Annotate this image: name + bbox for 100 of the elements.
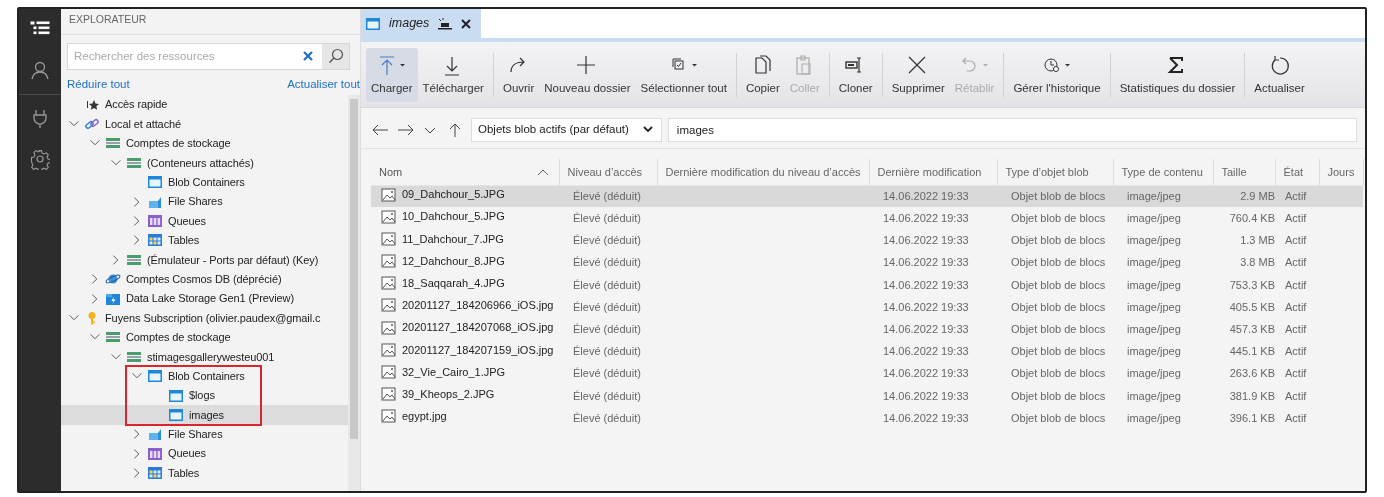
tree-item[interactable]: File Shares [61, 424, 348, 445]
column-header[interactable]: Jours [1319, 159, 1363, 185]
tree-item[interactable]: Fuyens Subscription (olivier.paudex@gmail.c [61, 308, 348, 328]
collapse-all-link[interactable]: Réduire tout [67, 75, 130, 93]
column-header[interactable]: Dernière modification du niveau d’accès [657, 159, 869, 185]
tab[interactable]: images [361, 9, 482, 38]
table-cell-text: 14.06.2022 19:33 [882, 299, 970, 315]
tree-item[interactable]: (Conteneurs attachés) [61, 153, 348, 173]
toolbar-button[interactable]: Cloner [833, 47, 878, 102]
tree-item[interactable]: Local et attaché [61, 114, 348, 134]
toolbar-button[interactable]: Nouveau dossier [539, 47, 636, 102]
toolbar-button[interactable]: Charger [366, 47, 418, 102]
tree-item[interactable]: Tables [61, 230, 348, 251]
column-header[interactable]: Niveau d’accès [559, 159, 657, 185]
column-header[interactable]: Nom [371, 159, 559, 185]
file-name: egypt.jpg [402, 409, 447, 425]
table-cell-text: image/jpeg [1126, 410, 1182, 426]
toolbar-button[interactable]: Ouvrir [497, 47, 540, 102]
table-row[interactable]: 20201127_184206966_iOS.jpg Élevé (déduit) 14.06.2022 19:33 Objet blob de blocs image/jpeg 405.5 KB Actif [371, 295, 1363, 319]
column-header[interactable]: Type de contenu [1113, 159, 1213, 185]
tree-label: Tables [168, 233, 200, 249]
file-name: 09_Dahchour_5.JPG [402, 187, 505, 203]
tree-item[interactable]: stimagesgallerywesteu001 [61, 347, 348, 367]
table-row[interactable]: 20201127_184207068_iOS.jpg Élevé (déduit) 14.06.2022 19:33 Objet blob de blocs image/jpeg 457.3 KB Actif [371, 318, 1363, 341]
table-cell-text: image/jpeg [1126, 255, 1182, 271]
pin-icon[interactable] [437, 17, 454, 30]
column-header[interactable]: Dernière modification [869, 159, 997, 185]
forward-icon[interactable] [397, 122, 414, 137]
tree-item[interactable]: images [61, 405, 348, 425]
chevron-down-icon [642, 125, 653, 134]
scrollbar[interactable] [348, 95, 360, 491]
tree-item[interactable]: Comptes de stockage [61, 327, 348, 348]
table-cell: Actif [1275, 384, 1319, 407]
storage-icon [126, 349, 142, 364]
image-file-icon [381, 320, 396, 335]
filter-dropdown[interactable]: Objets blob actifs (par défaut) [471, 117, 662, 142]
toolbar-button[interactable]: Supprimer [886, 47, 950, 102]
search-button[interactable] [322, 42, 350, 70]
table-cell: 760.4 KB [1213, 207, 1275, 230]
folder-icon [105, 291, 121, 306]
table-cell: image/jpeg [1113, 207, 1213, 230]
tree-label: Queues [168, 213, 206, 229]
table-row[interactable]: 12_Dahchour_8.JPG Élevé (déduit) 14.06.2022 19:33 Objet blob de blocs image/jpeg 3.8 MB Actif [371, 251, 1363, 274]
toolbar-button[interactable]: Gérer l'historique [1008, 47, 1106, 102]
table-row[interactable]: 20201127_184207159_iOS.jpg Élevé (déduit) 14.06.2022 19:33 Objet blob de blocs image/jpeg 445.1 KB Actif [371, 340, 1363, 363]
tree-item[interactable]: $logs [61, 385, 348, 406]
column-header[interactable]: Taille [1213, 159, 1275, 185]
queue-icon [147, 214, 163, 229]
file-name: 12_Dahchour_8.JPG [402, 253, 505, 269]
table-cell-text: Élevé (déduit) [572, 233, 642, 249]
column-header[interactable]: État [1275, 159, 1319, 185]
table-cell: 14.06.2022 19:33 [869, 207, 997, 230]
toolbar-button[interactable]: Statistiques du dossier [1114, 47, 1241, 102]
file-name: 10_Dahchour_5.JPG [402, 209, 505, 225]
tree-item[interactable]: Tables [61, 463, 348, 483]
table-cell-text: image/jpeg [1126, 299, 1182, 315]
image-file-icon [381, 364, 396, 379]
table-cell: Actif [1275, 318, 1319, 341]
table-row[interactable]: egypt.jpg Élevé (déduit) 14.06.2022 19:33 Objet blob de blocs image/jpeg 396.1 KB Actif [371, 406, 1363, 430]
search-field[interactable]: Rechercher des ressources [67, 42, 294, 70]
tree-item[interactable]: Accès rapide [61, 95, 348, 115]
image-file-icon [381, 254, 396, 269]
clear-button[interactable] [294, 42, 322, 70]
file-name: 20201127_184207159_iOS.jpg [402, 342, 554, 358]
table-cell-text: Objet blob de blocs [1010, 388, 1107, 404]
table-row[interactable]: 39_Kheops_2.JPG Élevé (déduit) 14.06.2022 19:33 Objet blob de blocs image/jpeg 381.9 KB Actif [371, 384, 1363, 407]
table-row[interactable]: 10_Dahchour_5.JPG Élevé (déduit) 14.06.2022 19:33 Objet blob de blocs image/jpeg 760.4 KB Actif [371, 207, 1363, 230]
table-row[interactable]: 11_Dahchour_7.JPG Élevé (déduit) 14.06.2022 19:33 Objet blob de blocs image/jpeg 1.3 MB Actif [371, 229, 1363, 252]
image-file-icon [381, 342, 396, 357]
toolbar-button[interactable]: Copier [740, 47, 785, 102]
tree-label: stimagesgallerywesteu001 [147, 349, 275, 365]
tree-label: Data Lake Storage Gen1 (Preview) [126, 291, 294, 307]
tree-item[interactable]: Blob Containers [61, 172, 348, 192]
table-cell-text: Élevé (déduit) [572, 410, 642, 426]
table-row[interactable]: 32_Vie_Cairo_1.JPG Élevé (déduit) 14.06.2022 19:33 Objet blob de blocs image/jpeg 263.6 KB Actif [371, 362, 1363, 385]
column-header[interactable]: Type d’objet blob [997, 159, 1113, 185]
tree-item[interactable]: File Shares [61, 191, 348, 212]
table-row[interactable]: 09_Dahchour_5.JPG Élevé (déduit) 14.06.2022 19:33 Objet blob de blocs image/jpeg 2.9 MB Actif [371, 185, 1363, 208]
tree-item[interactable]: Comptes de stockage [61, 133, 348, 154]
toolbar-button[interactable]: Actualiser [1249, 47, 1310, 102]
table-cell-text: 14.06.2022 19:33 [882, 233, 970, 249]
toolbar-button[interactable]: Télécharger [417, 47, 489, 102]
refresh-all-link[interactable]: Actualiser tout [287, 75, 360, 93]
back-icon[interactable] [372, 122, 389, 137]
tree-item[interactable]: (Émulateur - Ports par défaut) (Key) [61, 250, 348, 270]
tree-item[interactable]: Comptes Cosmos DB (déprécié) [61, 269, 348, 289]
table-cell-text: 753.3 KB [1228, 277, 1275, 293]
table-row[interactable]: 18_Saqqarah_4.JPG Élevé (déduit) 14.06.2022 19:33 Objet blob de blocs image/jpeg 753.3 KB Actif [371, 273, 1363, 296]
tree-label: Local et attaché [105, 116, 182, 132]
image-file-icon [381, 187, 396, 202]
close-icon[interactable] [461, 18, 472, 29]
toolbar-button[interactable]: Sélectionner tout [635, 47, 732, 102]
tree-item[interactable]: Blob Containers [61, 366, 348, 386]
path-field[interactable]: images [667, 117, 1357, 142]
tree-item[interactable]: Queues [61, 444, 348, 464]
table-cell: Actif [1275, 229, 1319, 252]
table-cell-text: image/jpeg [1126, 233, 1182, 249]
person-icon [30, 60, 50, 81]
tree-item[interactable]: Queues [61, 211, 348, 231]
tree-item[interactable]: Data Lake Storage Gen1 (Preview) [61, 288, 348, 309]
